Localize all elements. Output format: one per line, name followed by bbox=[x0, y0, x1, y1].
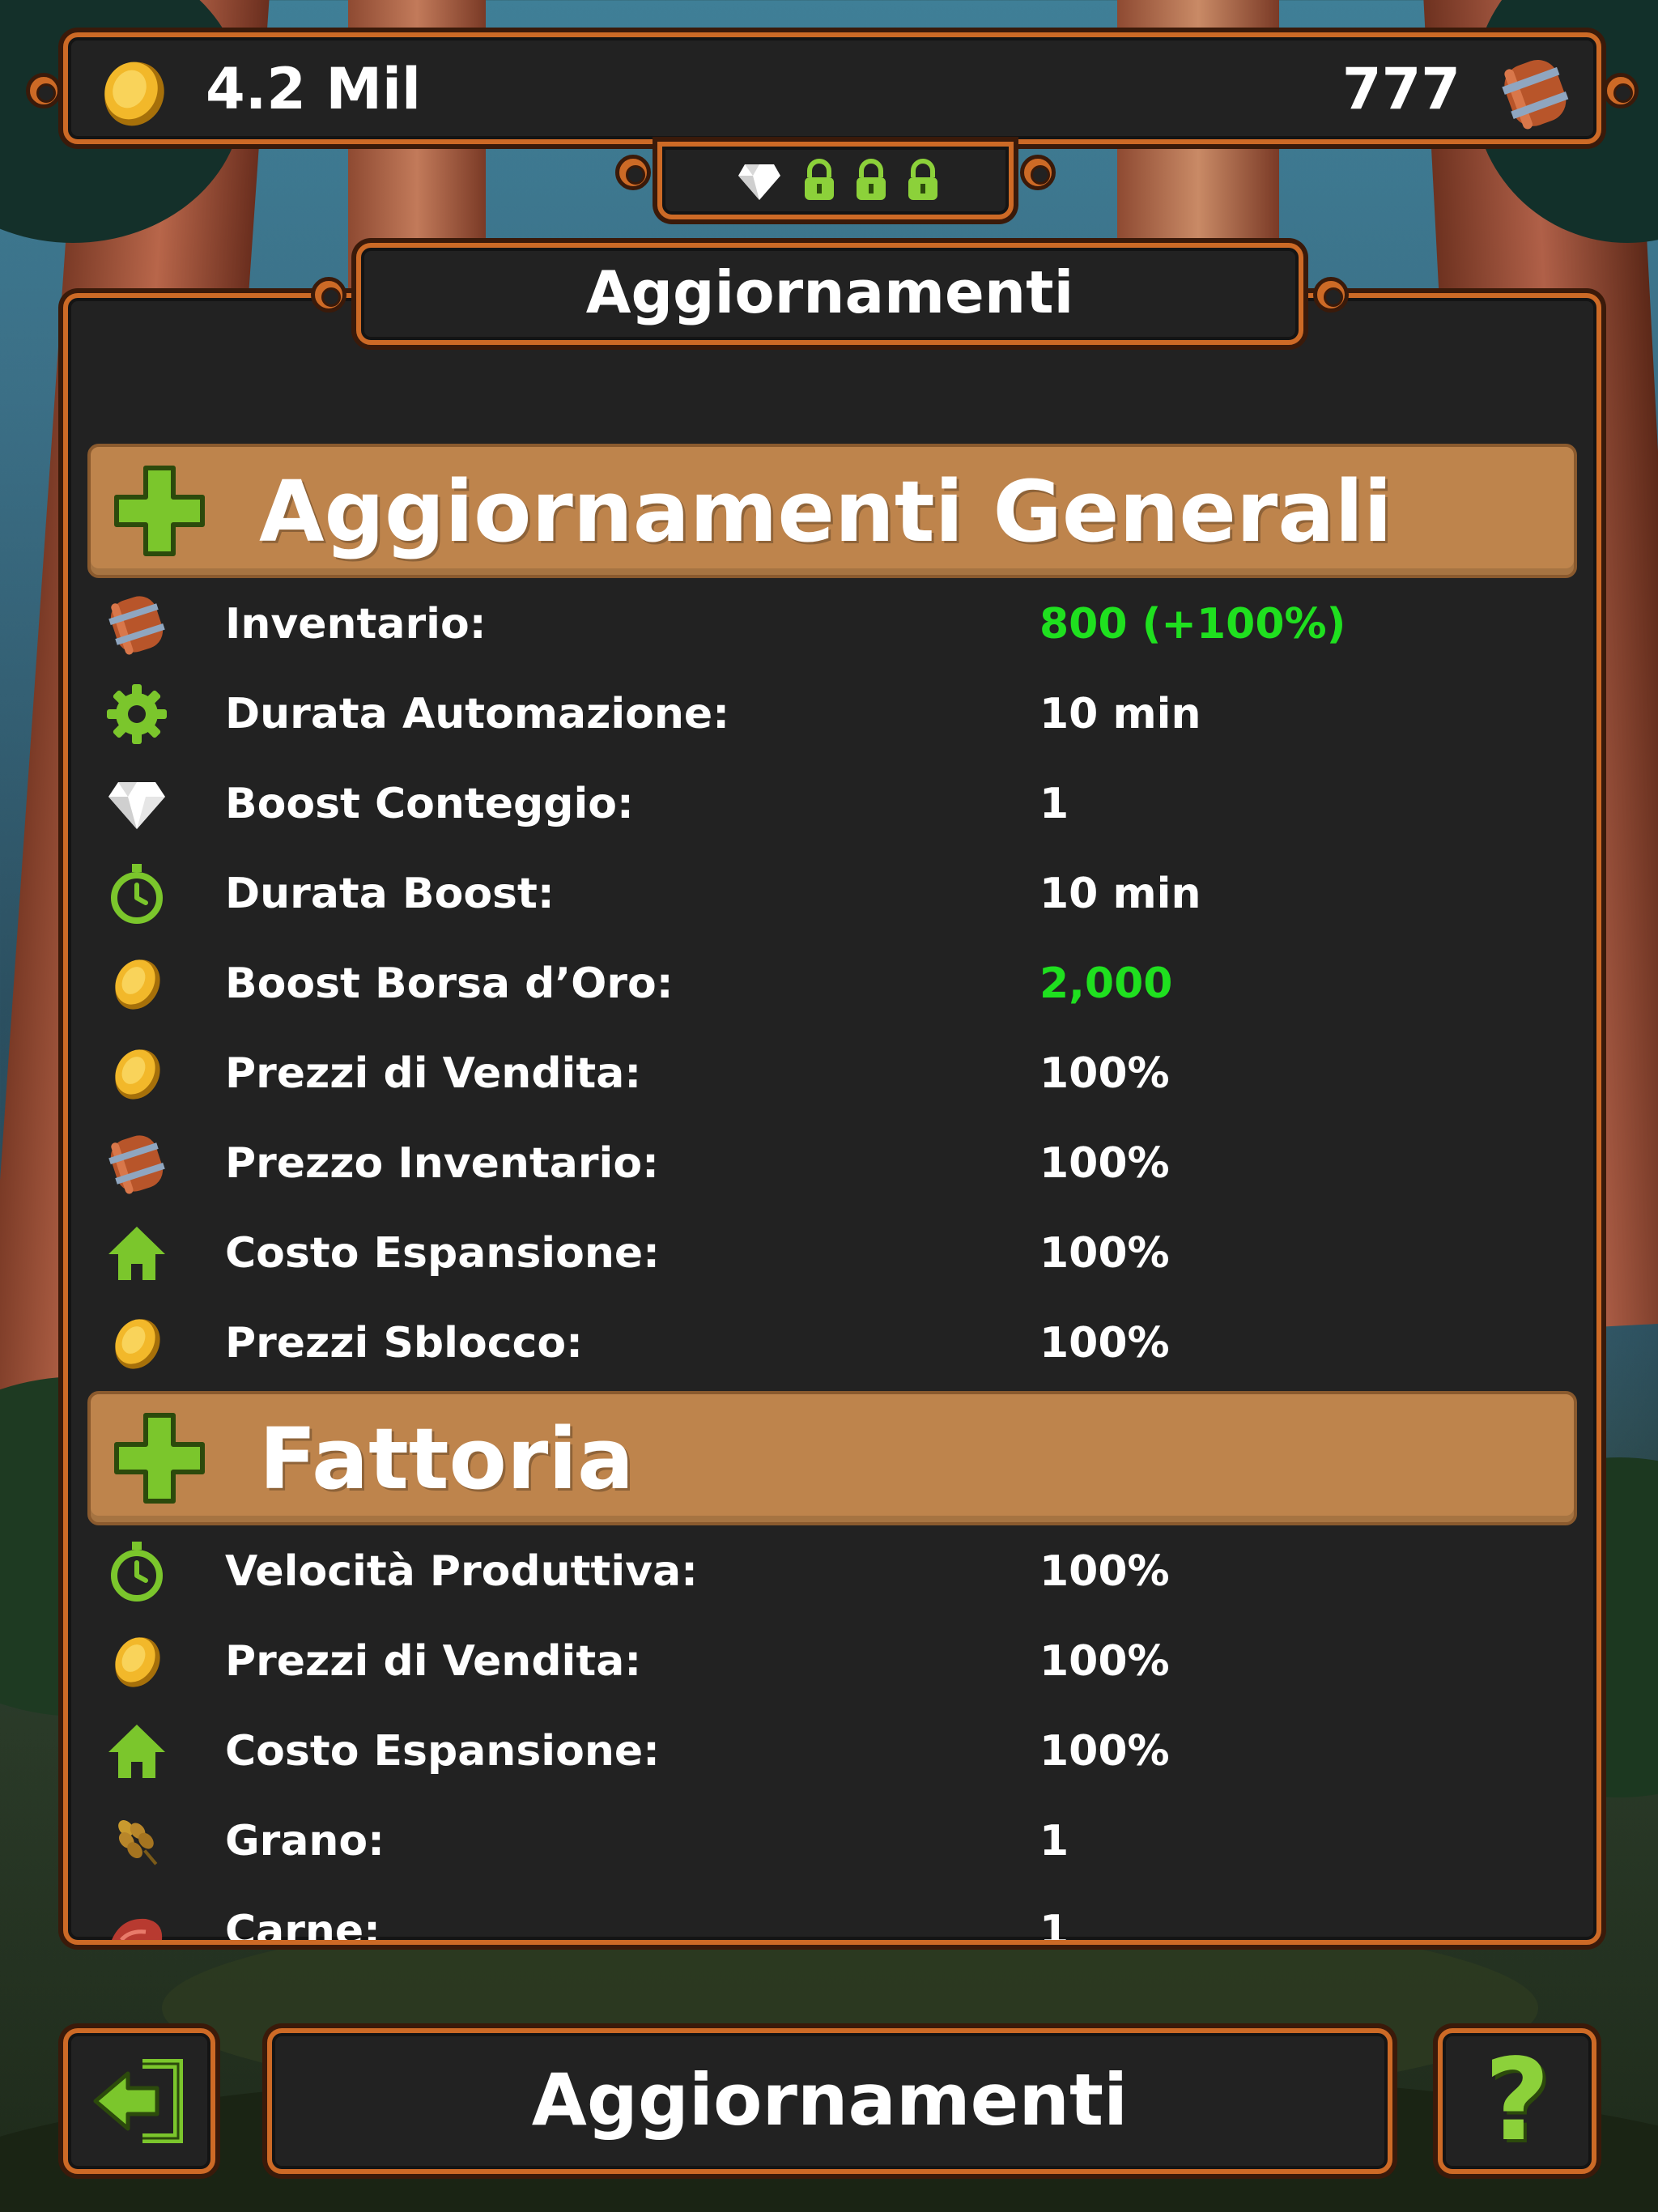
upgrade-label: Costo Espansione: bbox=[225, 1229, 660, 1278]
panel-title-tab: Aggiornamenti bbox=[311, 243, 1349, 345]
bolt-decoration bbox=[615, 155, 651, 190]
upgrade-value: 100% bbox=[1039, 1727, 1170, 1776]
upgrade-label: Inventario: bbox=[225, 600, 487, 649]
upgrades-panel[interactable]: Aggiornamenti Generali Inventario: 800 (… bbox=[63, 293, 1601, 1945]
upgrade-row: Prezzi di Vendita: 100% bbox=[68, 1029, 1596, 1118]
upgrade-label: Costo Espansione: bbox=[225, 1727, 660, 1776]
back-button[interactable] bbox=[63, 2028, 215, 2174]
upgrade-value: 100% bbox=[1039, 1229, 1170, 1278]
padlock-icon bbox=[857, 159, 886, 200]
meat-icon bbox=[112, 1918, 163, 1940]
coin-balance: 4.2 Mil bbox=[206, 56, 422, 122]
bolt-decoration bbox=[311, 277, 346, 313]
currency-bar: 4.2 Mil 777 bbox=[26, 32, 1639, 144]
locks-strip bbox=[615, 142, 1056, 219]
upgrade-label: Prezzi di Vendita: bbox=[225, 1049, 642, 1098]
stopwatch-icon bbox=[111, 864, 163, 924]
upgrade-row: Costo Espansione: 100% bbox=[68, 1707, 1596, 1796]
help-icon: ? bbox=[1484, 2035, 1550, 2167]
upgrade-label: Prezzi Sblocco: bbox=[225, 1319, 583, 1368]
upgrade-row: Inventario: 800 (+100%) bbox=[68, 580, 1596, 669]
exit-arrow-icon bbox=[93, 2059, 183, 2143]
upgrade-row: Prezzi di Vendita: 100% bbox=[68, 1617, 1596, 1706]
upgrade-value: 10 min bbox=[1039, 870, 1201, 918]
upgrade-value: 100% bbox=[1039, 1637, 1170, 1686]
upgrade-value: 800 (+100%) bbox=[1039, 600, 1346, 649]
footer-title-bar: Aggiornamenti bbox=[267, 2028, 1392, 2174]
footer-title: Aggiornamenti bbox=[531, 2058, 1129, 2142]
upgrade-label: Carne: bbox=[225, 1907, 380, 1945]
upgrade-row: Durata Automazione: 10 min bbox=[68, 670, 1596, 759]
upgrade-label: Durata Automazione: bbox=[225, 690, 729, 738]
help-button[interactable]: ? bbox=[1438, 2028, 1596, 2174]
bolt-decoration bbox=[1020, 155, 1056, 190]
upgrade-row: Boost Conteggio: 1 bbox=[68, 759, 1596, 849]
upgrade-label: Boost Borsa d’Oro: bbox=[225, 959, 674, 1008]
gear-icon bbox=[107, 684, 167, 744]
bolt-decoration bbox=[1313, 277, 1349, 313]
upgrade-row: Boost Borsa d’Oro: 2,000 bbox=[68, 939, 1596, 1028]
padlock-icon bbox=[805, 159, 834, 200]
upgrade-label: Grano: bbox=[225, 1817, 385, 1865]
section-header-general[interactable]: Aggiornamenti Generali bbox=[87, 444, 1577, 578]
diamond-icon bbox=[738, 164, 780, 200]
house-icon bbox=[108, 1725, 165, 1778]
wheat-icon bbox=[118, 1820, 158, 1865]
bolt-decoration bbox=[1603, 73, 1639, 108]
plus-icon bbox=[114, 1413, 205, 1504]
section-title: Aggiornamenti Generali bbox=[259, 462, 1392, 561]
upgrade-label: Prezzi di Vendita: bbox=[225, 1637, 642, 1686]
diamond-icon bbox=[108, 782, 165, 829]
upgrade-row: Carne: 1 bbox=[68, 1887, 1596, 1945]
gold-coin-icon bbox=[115, 1049, 160, 1100]
upgrade-row: Grano: 1 bbox=[68, 1797, 1596, 1886]
upgrade-value: 10 min bbox=[1039, 690, 1201, 738]
section-header-farm[interactable]: Fattoria bbox=[87, 1391, 1577, 1525]
gold-coin-icon bbox=[115, 1319, 160, 1369]
upgrade-value: 1 bbox=[1039, 1817, 1069, 1865]
upgrade-row: Prezzi Sblocco: 100% bbox=[68, 1299, 1596, 1388]
barrel-icon bbox=[108, 596, 165, 655]
upgrade-label: Velocità Produttiva: bbox=[225, 1547, 698, 1596]
upgrade-row: Costo Espansione: 100% bbox=[68, 1209, 1596, 1298]
upgrade-value: 100% bbox=[1039, 1049, 1170, 1098]
upgrade-value: 2,000 bbox=[1039, 959, 1173, 1008]
gold-coin-icon bbox=[104, 62, 164, 126]
upgrade-value: 1 bbox=[1039, 780, 1069, 828]
upgrade-value: 100% bbox=[1039, 1319, 1170, 1368]
upgrade-row: Velocità Produttiva: 100% bbox=[68, 1527, 1596, 1616]
gold-coin-icon bbox=[115, 1637, 160, 1687]
upgrade-row: Prezzo Inventario: 100% bbox=[68, 1119, 1596, 1208]
stopwatch-icon bbox=[111, 1542, 163, 1602]
house-icon bbox=[108, 1227, 165, 1280]
upgrade-label: Durata Boost: bbox=[225, 870, 555, 918]
upgrade-value: 100% bbox=[1039, 1547, 1170, 1596]
plus-icon bbox=[114, 466, 205, 556]
upgrade-value: 1 bbox=[1039, 1907, 1069, 1945]
bolt-decoration bbox=[26, 73, 62, 108]
upgrade-row: Durata Boost: 10 min bbox=[68, 849, 1596, 938]
barrel-balance: 777 bbox=[1341, 56, 1460, 122]
section-title: Fattoria bbox=[259, 1410, 635, 1508]
upgrade-label: Boost Conteggio: bbox=[225, 780, 634, 828]
gold-coin-icon bbox=[115, 959, 160, 1010]
padlock-icon bbox=[908, 159, 937, 200]
barrel-icon bbox=[108, 1135, 165, 1194]
upgrade-label: Prezzo Inventario: bbox=[225, 1139, 659, 1188]
panel-title: Aggiornamenti bbox=[585, 258, 1074, 326]
barrel-icon bbox=[1502, 59, 1569, 130]
upgrade-value: 100% bbox=[1039, 1139, 1170, 1188]
